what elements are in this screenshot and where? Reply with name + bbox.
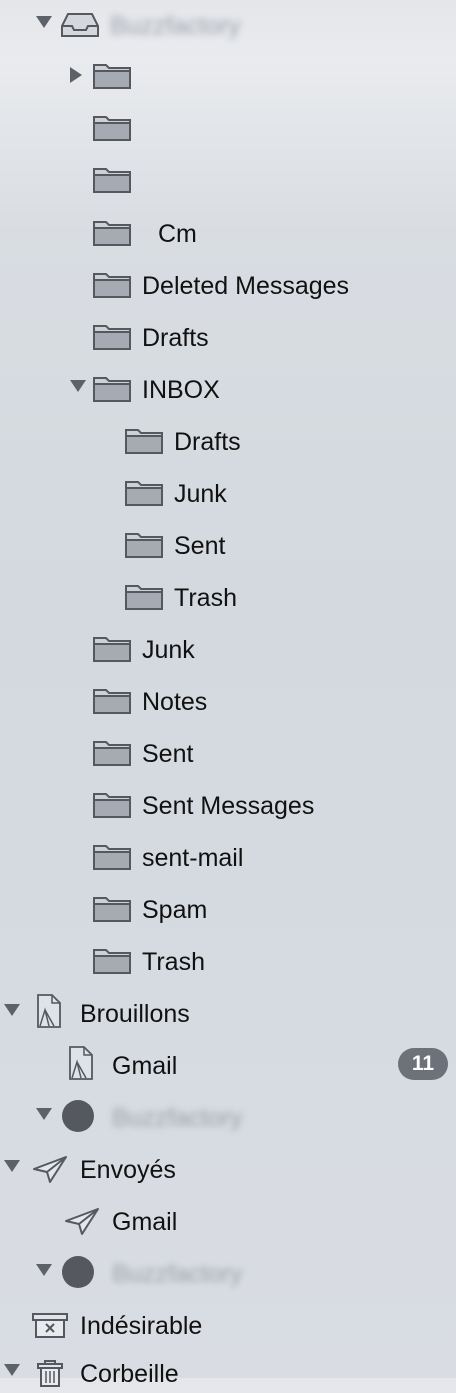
disclosure-expanded-icon[interactable] — [36, 1108, 52, 1120]
mailbox-label: Buzzfactory — [112, 1260, 243, 1288]
disclosure-expanded-icon[interactable] — [4, 1004, 20, 1016]
mailbox-label: Corbeille — [80, 1360, 179, 1388]
account-dot-icon — [62, 1256, 94, 1288]
mailbox-label: Deleted Messages — [142, 272, 350, 300]
folder-sent[interactable]: Sent — [0, 732, 456, 772]
envoyes-gmail[interactable]: Gmail — [0, 1200, 456, 1240]
folder-icon — [92, 634, 132, 664]
folder-icon — [92, 842, 132, 872]
mailbox-label: Gmail — [112, 1052, 178, 1080]
folder-icon — [92, 686, 132, 716]
mailbox-label: Drafts — [174, 428, 241, 456]
mailbox-label: Notes — [142, 688, 208, 716]
brouillons-gmail[interactable]: Gmail 11 — [0, 1044, 456, 1084]
mailbox-label: Buzzfactory — [110, 12, 241, 40]
unread-count-badge: 11 — [398, 1048, 448, 1080]
mailbox-label: Spam — [142, 896, 208, 924]
folder-unnamed-2[interactable] — [0, 107, 456, 147]
folder-icon — [124, 530, 164, 560]
folder-icon — [92, 738, 132, 768]
mailbox-indesirable[interactable]: Indésirable — [0, 1304, 456, 1344]
account-dot-icon — [62, 1100, 94, 1132]
mailbox-label: sent-mail — [142, 844, 244, 872]
junk-box-icon — [30, 1310, 70, 1340]
folder-icon — [92, 61, 132, 91]
folder-icon — [124, 582, 164, 612]
disclosure-expanded-icon[interactable] — [4, 1364, 20, 1376]
account-buzzfactory[interactable]: Buzzfactory — [0, 4, 456, 44]
mailbox-label: Junk — [174, 480, 227, 508]
disclosure-collapsed-icon[interactable] — [70, 67, 82, 83]
folder-icon — [92, 946, 132, 976]
folder-sent-mail[interactable]: sent-mail — [0, 836, 456, 876]
mailbox-label: Sent — [174, 532, 226, 560]
draft-document-icon — [30, 994, 70, 1028]
folder-icon — [92, 790, 132, 820]
folder-junk[interactable]: Junk — [0, 628, 456, 668]
folder-inbox-drafts[interactable]: Drafts — [0, 420, 456, 460]
envoyes-buzzfactory[interactable]: Buzzfactory — [0, 1252, 456, 1292]
folder-icon — [92, 322, 132, 352]
mailbox-label: INBOX — [142, 376, 220, 404]
mailbox-corbeille[interactable]: Corbeille — [0, 1352, 456, 1392]
mailbox-label: Junk — [142, 636, 195, 664]
mailbox-label: Indésirable — [80, 1312, 203, 1340]
folder-sent-messages[interactable]: Sent Messages — [0, 784, 456, 824]
folder-icon — [92, 113, 132, 143]
folder-notes[interactable]: Notes — [0, 680, 456, 720]
mailbox-label: Brouillons — [80, 1000, 190, 1028]
disclosure-expanded-icon[interactable] — [36, 16, 52, 28]
folder-unnamed-1[interactable] — [0, 55, 456, 95]
folder-trash[interactable]: Trash — [0, 940, 456, 980]
mailbox-label: Sent Messages — [142, 792, 315, 820]
folder-icon — [124, 426, 164, 456]
folder-icon — [92, 270, 132, 300]
folder-deleted-messages[interactable]: Deleted Messages — [0, 264, 456, 304]
folder-spam[interactable]: Spam — [0, 888, 456, 928]
mailbox-label: Trash — [174, 584, 237, 612]
mailbox-envoyes[interactable]: Envoyés — [0, 1148, 456, 1188]
folder-unnamed-3[interactable] — [0, 159, 456, 199]
folder-icon — [92, 894, 132, 924]
folder-icon — [124, 478, 164, 508]
paper-plane-icon — [62, 1206, 102, 1236]
mailbox-label: Trash — [142, 948, 205, 976]
trash-can-icon — [30, 1358, 70, 1388]
mailbox-label: Gmail — [112, 1208, 178, 1236]
mailbox-brouillons[interactable]: Brouillons — [0, 992, 456, 1032]
folder-inbox-junk[interactable]: Junk — [0, 472, 456, 512]
mailbox-label: Cm — [158, 220, 197, 248]
folder-icon — [92, 218, 132, 248]
folder-icon — [92, 374, 132, 404]
folder-drafts[interactable]: Drafts — [0, 316, 456, 356]
brouillons-buzzfactory[interactable]: Buzzfactory — [0, 1096, 456, 1136]
folder-icon — [92, 165, 132, 195]
folder-inbox[interactable]: INBOX — [0, 368, 456, 408]
disclosure-expanded-icon[interactable] — [4, 1160, 20, 1172]
folder-cm[interactable]: Cm — [0, 212, 456, 252]
paper-plane-icon — [30, 1154, 70, 1184]
draft-document-icon — [62, 1046, 102, 1080]
mailbox-label: Buzzfactory — [112, 1104, 243, 1132]
mailbox-label: Envoyés — [80, 1156, 176, 1184]
folder-inbox-trash[interactable]: Trash — [0, 576, 456, 616]
disclosure-expanded-icon[interactable] — [36, 1264, 52, 1276]
disclosure-expanded-icon[interactable] — [70, 380, 86, 392]
inbox-tray-icon — [60, 10, 100, 40]
mailbox-label: Sent — [142, 740, 194, 768]
mailbox-label: Drafts — [142, 324, 209, 352]
folder-inbox-sent[interactable]: Sent — [0, 524, 456, 564]
